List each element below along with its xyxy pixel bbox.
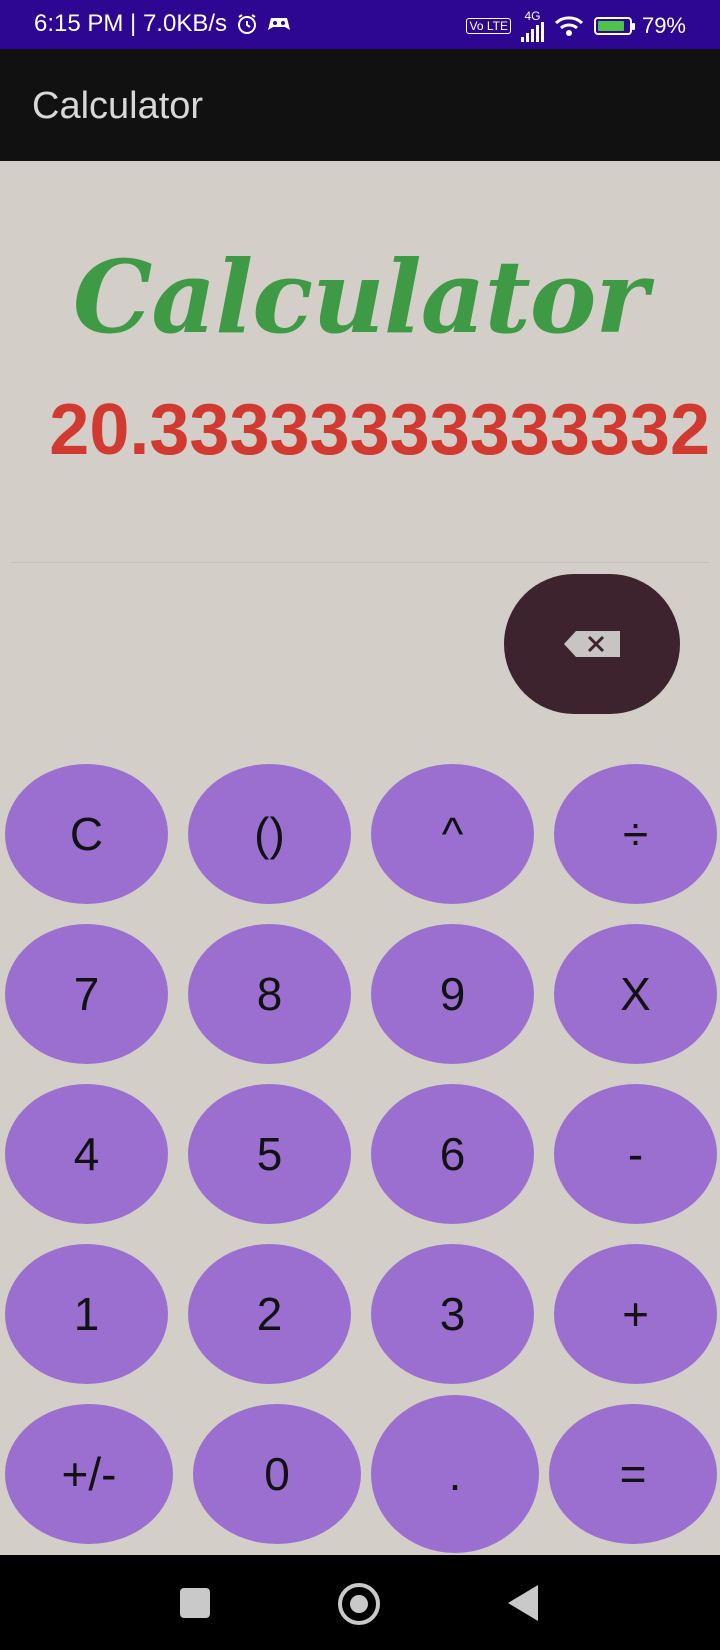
- five-button[interactable]: 5: [188, 1084, 351, 1224]
- wifi-icon: [554, 16, 583, 36]
- two-button[interactable]: 2: [188, 1244, 351, 1384]
- clear-button[interactable]: C: [5, 764, 168, 904]
- one-button[interactable]: 1: [5, 1244, 168, 1384]
- home-icon[interactable]: [338, 1583, 380, 1625]
- back-icon[interactable]: [508, 1585, 538, 1621]
- decimal-button[interactable]: .: [371, 1395, 539, 1553]
- signal-icon: [520, 22, 544, 42]
- recents-icon[interactable]: [180, 1588, 210, 1618]
- navigation-bar: [0, 1555, 720, 1650]
- nine-button[interactable]: 9: [371, 924, 534, 1064]
- alarm-icon: [238, 14, 256, 34]
- game-icon: [268, 18, 290, 30]
- battery-percent: 79%: [641, 13, 686, 38]
- status-bar: 6:15 PM | 7.0KB/s Vo LTE 4G 79%: [0, 0, 720, 49]
- multiply-button[interactable]: X: [554, 924, 717, 1064]
- battery-icon: [593, 17, 635, 35]
- seven-button[interactable]: 7: [5, 924, 168, 1064]
- eight-button[interactable]: 8: [188, 924, 351, 1064]
- status-right: Vo LTE 4G 79%: [466, 10, 686, 42]
- app-bar-title: Calculator: [32, 85, 204, 127]
- status-left: 6:15 PM | 7.0KB/s: [34, 10, 291, 38]
- backspace-button[interactable]: [504, 574, 680, 714]
- zero-button[interactable]: 0: [193, 1404, 361, 1544]
- power-button[interactable]: ^: [371, 764, 534, 904]
- backspace-icon: [564, 631, 620, 657]
- minus-button[interactable]: -: [554, 1084, 717, 1224]
- display-divider: [10, 562, 710, 563]
- four-button[interactable]: 4: [5, 1084, 168, 1224]
- negate-button[interactable]: +/-: [5, 1404, 173, 1544]
- status-time-speed: 6:15 PM | 7.0KB/s: [34, 10, 227, 37]
- network-type: 4G: [524, 9, 541, 23]
- app-bar: Calculator: [0, 49, 720, 161]
- result-display: 20.33333333333332: [49, 390, 710, 470]
- volte-badge: Vo LTE: [466, 18, 511, 34]
- calculator-heading: Calculator: [72, 238, 648, 356]
- six-button[interactable]: 6: [371, 1084, 534, 1224]
- equals-button[interactable]: =: [549, 1404, 717, 1544]
- network-indicator: 4G: [520, 9, 544, 42]
- three-button[interactable]: 3: [371, 1244, 534, 1384]
- divide-button[interactable]: ÷: [554, 764, 717, 904]
- plus-button[interactable]: +: [554, 1244, 717, 1384]
- parentheses-button[interactable]: (): [188, 764, 351, 904]
